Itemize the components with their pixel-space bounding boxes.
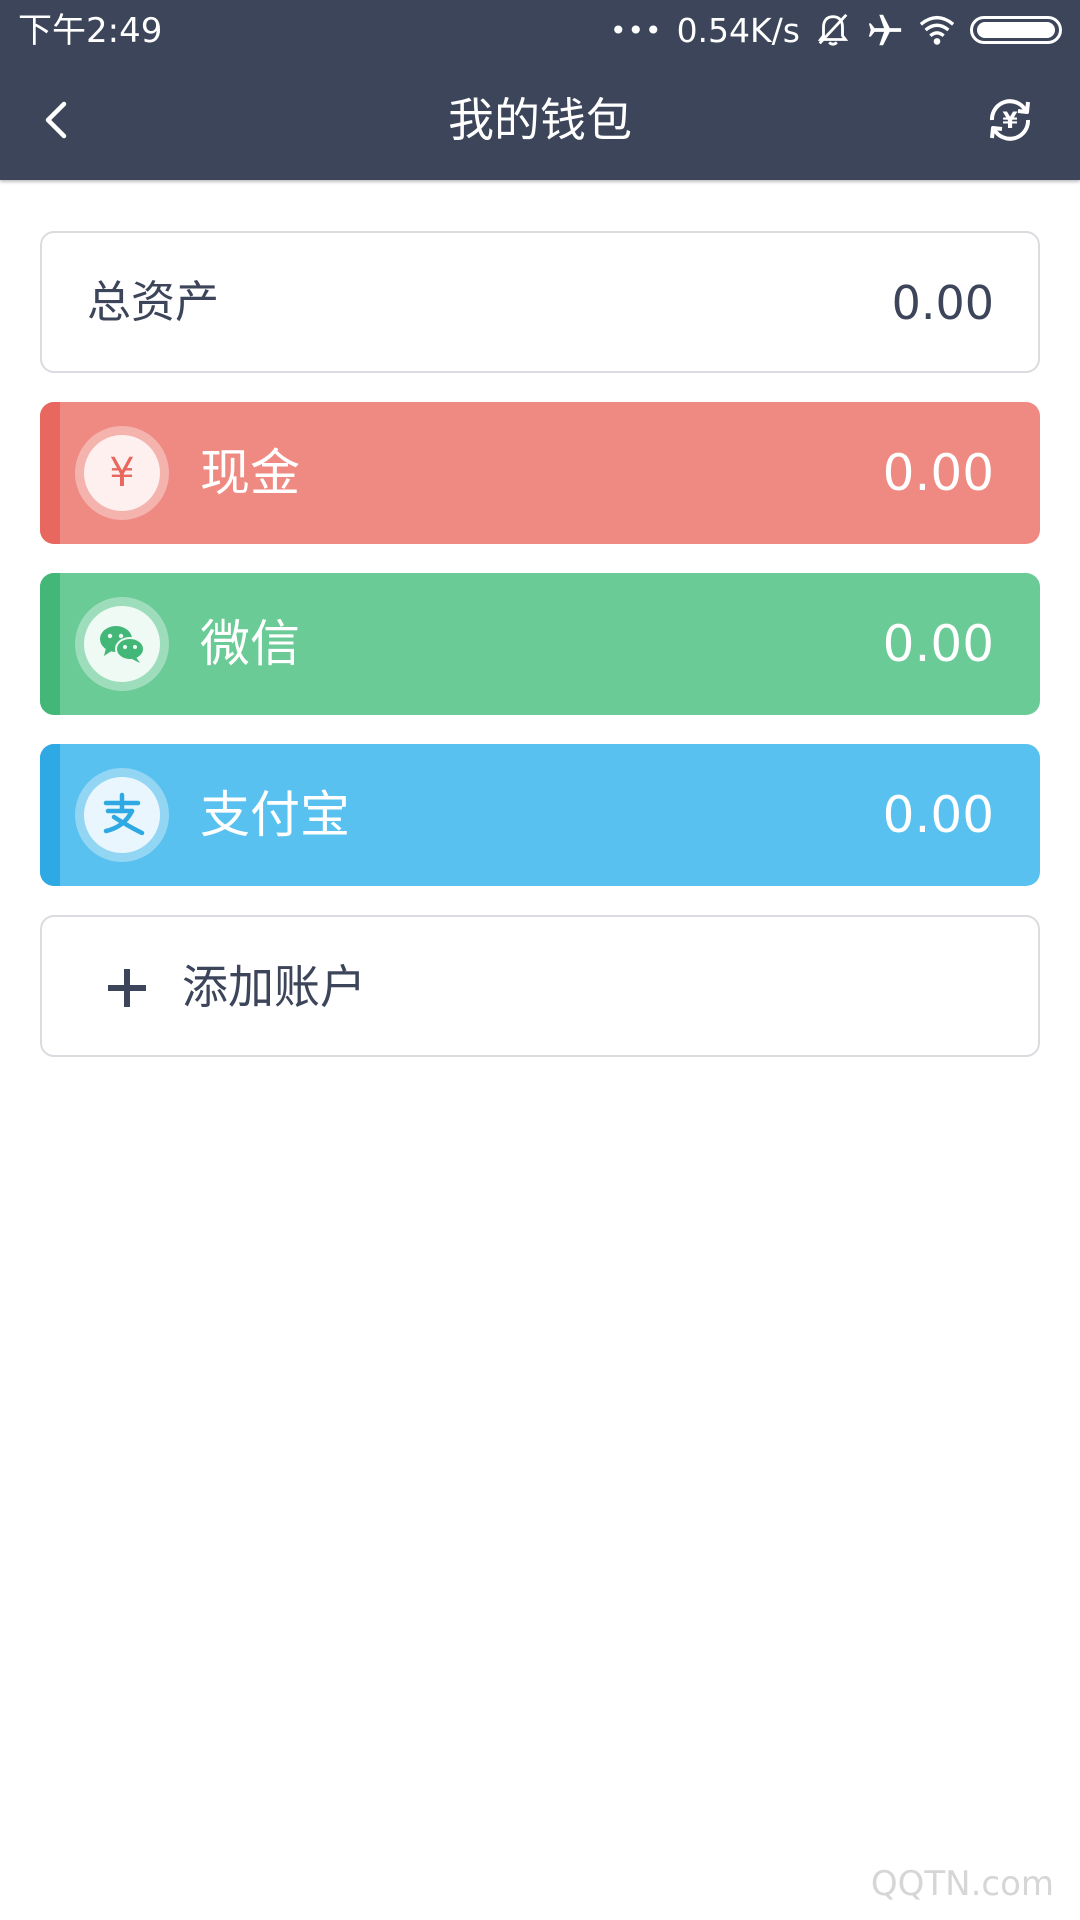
account-card-wechat[interactable]: 微信 0.00 (40, 573, 1040, 715)
total-assets-label: 总资产 (87, 277, 219, 328)
status-icons: ••• 0.54K/s (610, 8, 1062, 52)
account-balance: 0.00 (882, 786, 994, 844)
account-name: 微信 (200, 615, 300, 673)
total-assets-value: 0.00 (891, 276, 994, 330)
alipay-icon (75, 768, 169, 862)
account-card-cash[interactable]: ¥ 现金 0.00 (40, 402, 1040, 544)
account-stripe (40, 744, 60, 886)
account-balance: 0.00 (882, 615, 994, 673)
airplane-icon (868, 14, 902, 46)
svg-text:¥: ¥ (109, 450, 134, 496)
account-stripe (40, 573, 60, 715)
total-assets-card: 总资产 0.00 (40, 231, 1040, 373)
account-balance: 0.00 (882, 444, 994, 502)
plus-icon (108, 969, 146, 1007)
account-stripe (40, 402, 60, 544)
yuan-icon: ¥ (75, 426, 169, 520)
account-card-alipay[interactable]: 支付宝 0.00 (40, 744, 1040, 886)
signal-dots: ••• (610, 13, 663, 47)
bell-off-icon (817, 13, 849, 46)
battery-icon (970, 16, 1062, 44)
currency-exchange-icon[interactable]: ¥ (982, 92, 1038, 148)
wifi-icon (919, 15, 955, 45)
watermark-logo: QQTN.com (858, 1854, 1068, 1914)
status-time: 下午2:49 (18, 11, 163, 51)
page-title: 我的钱包 (448, 93, 632, 147)
account-name: 现金 (200, 444, 300, 502)
network-speed: 0.54K/s (676, 10, 800, 50)
app-header: 下午2:49 ••• 0.54K/s 我的钱包 ¥ (0, 0, 1080, 180)
add-account-button[interactable]: 添加账户 (40, 915, 1040, 1057)
svg-text:¥: ¥ (1002, 109, 1018, 134)
watermark-text: QQTN.com (870, 1864, 1054, 1904)
wechat-icon (75, 597, 169, 691)
add-account-label: 添加账户 (182, 960, 366, 1014)
account-name: 支付宝 (200, 786, 350, 844)
